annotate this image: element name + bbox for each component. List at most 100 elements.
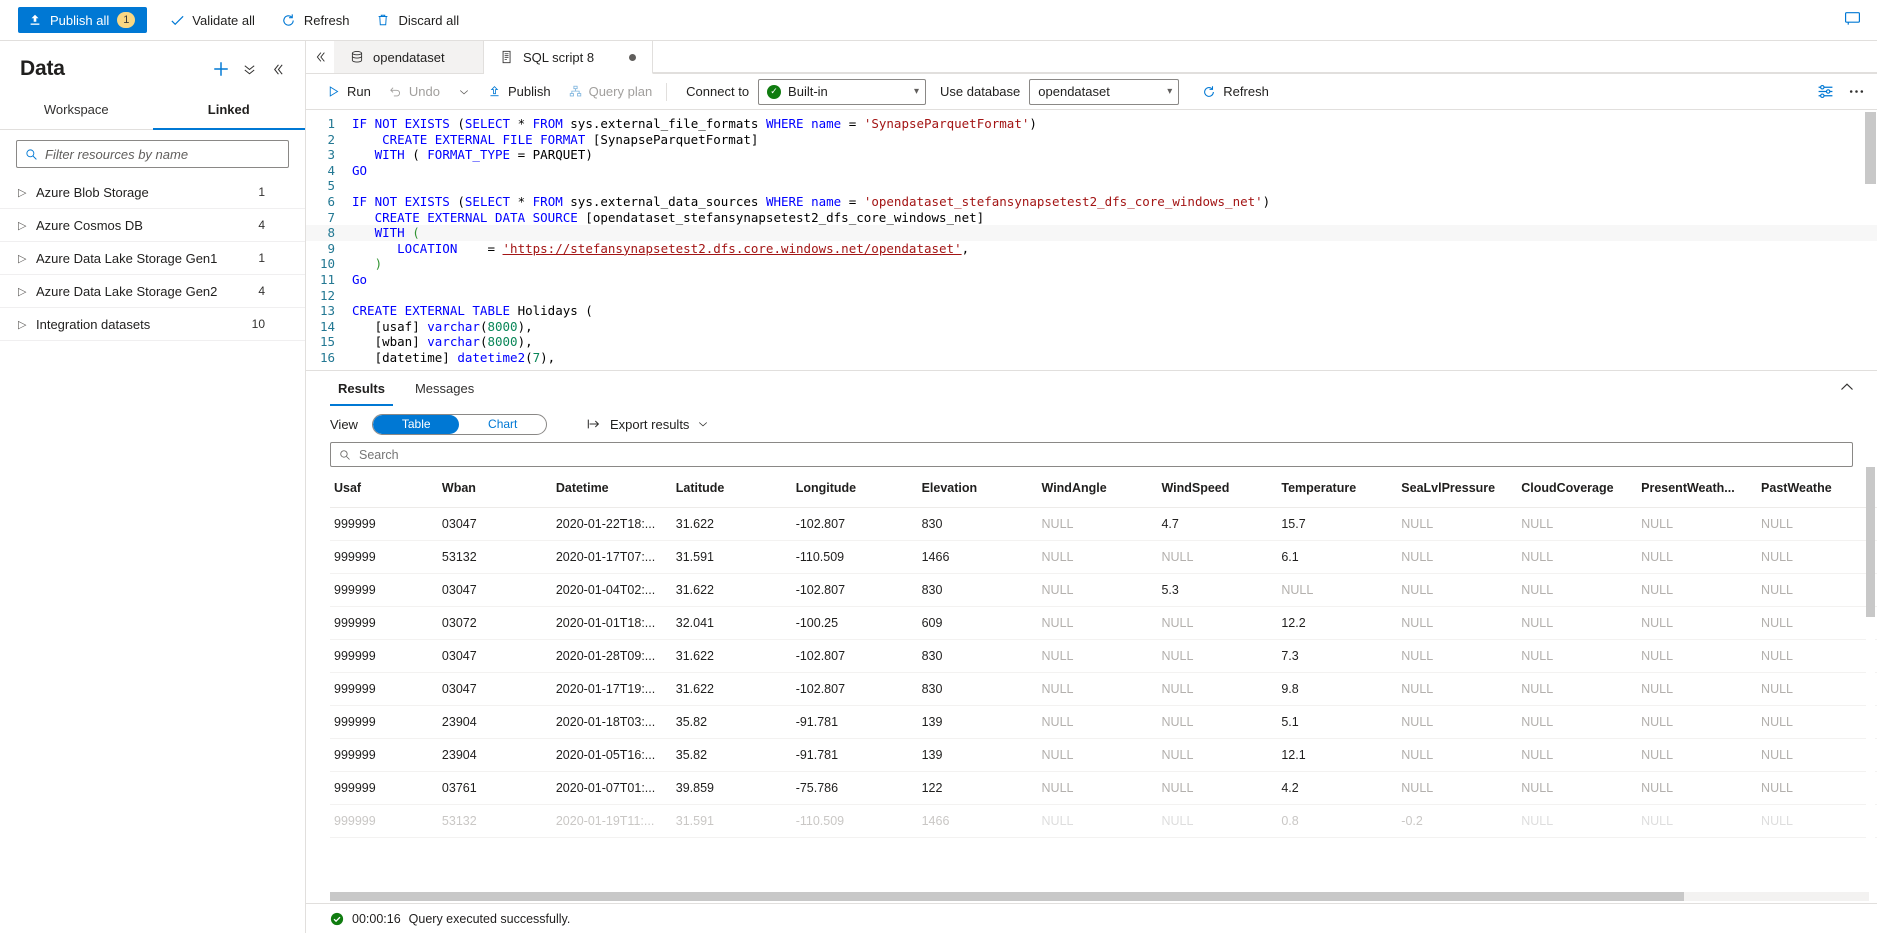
- scrollbar-thumb[interactable]: [1866, 467, 1875, 617]
- tree-item-azure-blob-storage[interactable]: ▷ Azure Blob Storage 1: [0, 176, 305, 209]
- connect-to-dropdown[interactable]: ✓ Built-in ▾: [758, 78, 927, 105]
- editor-tab-opendataset[interactable]: opendataset: [334, 41, 484, 73]
- results-horizontal-scrollbar[interactable]: [330, 892, 1869, 901]
- line-number: 12: [319, 287, 335, 303]
- table-row[interactable]: 999999 23904 2020-01-05T16:... 35.82 -91.781…: [330, 738, 1877, 772]
- table-cell: NULL: [1517, 540, 1638, 574]
- chevron-right-icon: ▷: [18, 252, 27, 265]
- sidebar-collapse-button[interactable]: [263, 55, 291, 83]
- chevron-down-icon: [458, 86, 470, 98]
- editor-collapse-button[interactable]: [306, 41, 334, 73]
- table-row[interactable]: 999999 53132 2020-01-17T07:... 31.591 -110.5…: [330, 540, 1877, 574]
- table-cell: NULL: [1397, 738, 1518, 772]
- column-header[interactable]: Longitude: [791, 467, 918, 508]
- tree-item-azure-data-lake-storage-gen1[interactable]: ▷ Azure Data Lake Storage Gen1 1: [0, 242, 305, 275]
- publish-all-button[interactable]: Publish all 1: [18, 7, 148, 33]
- query-plan-button[interactable]: Query plan: [560, 78, 662, 106]
- table-cell: 1466: [917, 540, 1038, 574]
- filter-box[interactable]: [16, 140, 289, 168]
- code-line: 9 LOCATION = 'https://stefansynapsetest2…: [306, 241, 1877, 257]
- connected-status-icon: ✓: [767, 84, 782, 99]
- column-header[interactable]: SeaLvlPressure: [1397, 467, 1518, 508]
- validate-all-button[interactable]: Validate all: [165, 5, 259, 35]
- column-header[interactable]: PastWeathe: [1757, 467, 1877, 508]
- scrollbar-thumb[interactable]: [330, 892, 1685, 901]
- table-cell: NULL: [1157, 771, 1278, 805]
- table-row[interactable]: 999999 23904 2020-01-18T03:... 35.82 -91.781…: [330, 705, 1877, 739]
- tree-item-label: Azure Cosmos DB: [36, 217, 143, 233]
- tree-item-label: Azure Blob Storage: [36, 184, 149, 200]
- table-row[interactable]: 999999 53132 2020-01-19T11:... 31.591 -110.5…: [330, 804, 1877, 838]
- column-header[interactable]: CloudCoverage: [1517, 467, 1638, 508]
- column-header[interactable]: Usaf: [330, 467, 438, 508]
- undo-button[interactable]: Undo: [380, 78, 449, 106]
- filter-input[interactable]: [45, 146, 280, 162]
- tab-results[interactable]: Results: [330, 372, 393, 406]
- use-database-dropdown[interactable]: opendataset ▾: [1029, 78, 1180, 105]
- column-header[interactable]: Temperature: [1277, 467, 1398, 508]
- sidebar-actions-button[interactable]: [235, 55, 263, 83]
- column-header[interactable]: PresentWeath...: [1637, 467, 1758, 508]
- sql-code-editor[interactable]: 1 IF NOT EXISTS (SELECT * FROM sys.extern…: [306, 110, 1877, 370]
- column-header[interactable]: WindAngle: [1037, 467, 1158, 508]
- refresh-button[interactable]: Refresh: [277, 5, 354, 35]
- properties-icon[interactable]: [1817, 83, 1834, 100]
- table-cell: 139: [917, 705, 1038, 739]
- table-cell: -100.25: [791, 606, 918, 640]
- tab-messages[interactable]: Messages: [407, 372, 482, 406]
- code-text: ): [374, 256, 383, 272]
- view-option-table[interactable]: Table: [372, 414, 460, 434]
- tree-item-count: 1: [258, 251, 265, 265]
- tree-item-azure-cosmos-db[interactable]: ▷ Azure Cosmos DB 4: [0, 209, 305, 242]
- code-text: GO: [352, 162, 368, 178]
- view-option-chart[interactable]: Chart: [459, 415, 546, 434]
- add-resource-button[interactable]: [207, 55, 235, 83]
- results-search-box[interactable]: [330, 442, 1853, 467]
- table-row[interactable]: 999999 03047 2020-01-17T19:... 31.622 -102.8…: [330, 672, 1877, 706]
- chevron-up-icon[interactable]: [1839, 379, 1855, 398]
- table-row[interactable]: 999999 03761 2020-01-07T01:... 39.859 -75.78…: [330, 771, 1877, 805]
- table-row[interactable]: 999999 03047 2020-01-28T09:... 31.622 -102.8…: [330, 639, 1877, 673]
- table-row[interactable]: 999999 03047 2020-01-04T02:... 31.622 -102.8…: [330, 573, 1877, 607]
- table-cell: -102.807: [791, 507, 918, 541]
- undo-dropdown-button[interactable]: [449, 78, 479, 106]
- column-header[interactable]: Elevation: [917, 467, 1038, 508]
- chevron-down-icon: ▾: [914, 86, 920, 97]
- table-row[interactable]: 999999 03047 2020-01-22T18:... 31.622 -102.8…: [330, 507, 1877, 541]
- code-vertical-scrollbar[interactable]: [1865, 112, 1876, 184]
- table-cell: 2020-01-18T03:...: [551, 705, 672, 739]
- column-header[interactable]: Wban: [437, 467, 552, 508]
- table-cell: 830: [917, 573, 1038, 607]
- column-header[interactable]: Latitude: [671, 467, 792, 508]
- run-button[interactable]: Run: [318, 78, 380, 106]
- editor-refresh-button[interactable]: Refresh: [1193, 78, 1278, 106]
- results-search-input[interactable]: [359, 447, 1844, 462]
- sidebar-tab-workspace[interactable]: Workspace: [0, 93, 153, 130]
- global-toolbar: Publish all 1 Validate all Refresh Disca…: [0, 0, 1877, 41]
- column-header[interactable]: Datetime: [551, 467, 672, 508]
- tree-item-azure-data-lake-storage-gen2[interactable]: ▷ Azure Data Lake Storage Gen2 4: [0, 275, 305, 308]
- table-cell: 2020-01-07T01:...: [551, 771, 672, 805]
- main-pane: opendataset SQL script 8 Run Undo Publis…: [306, 41, 1877, 933]
- sidebar-tab-linked[interactable]: Linked: [152, 93, 305, 130]
- line-number: 5: [327, 178, 335, 194]
- code-text: CREATE EXTERNAL TABLE Holidays (: [352, 303, 593, 319]
- table-row[interactable]: 999999 03072 2020-01-01T18:... 32.041 -100.2…: [330, 606, 1877, 640]
- unsaved-dot-indicator: [629, 53, 637, 61]
- table-cell: NULL: [1637, 771, 1758, 805]
- column-header[interactable]: WindSpeed: [1157, 467, 1278, 508]
- publish-button[interactable]: Publish: [479, 78, 560, 106]
- ellipsis-icon[interactable]: [1848, 83, 1865, 100]
- feedback-icon[interactable]: [1844, 10, 1861, 27]
- table-cell: 999999: [330, 606, 438, 640]
- refresh-label: Refresh: [303, 12, 350, 28]
- table-cell: 0.8: [1277, 804, 1398, 838]
- discard-all-button[interactable]: Discard all: [371, 5, 463, 35]
- tree-item-integration-datasets[interactable]: ▷ Integration datasets 10: [0, 308, 305, 341]
- results-vertical-scrollbar[interactable]: [1866, 467, 1875, 891]
- line-number: 3: [327, 147, 335, 163]
- table-cell: NULL: [1037, 771, 1158, 805]
- table-cell: 5.1: [1277, 705, 1398, 739]
- editor-tab-sql-script-8[interactable]: SQL script 8: [484, 41, 654, 74]
- export-results-button[interactable]: Export results: [586, 417, 709, 432]
